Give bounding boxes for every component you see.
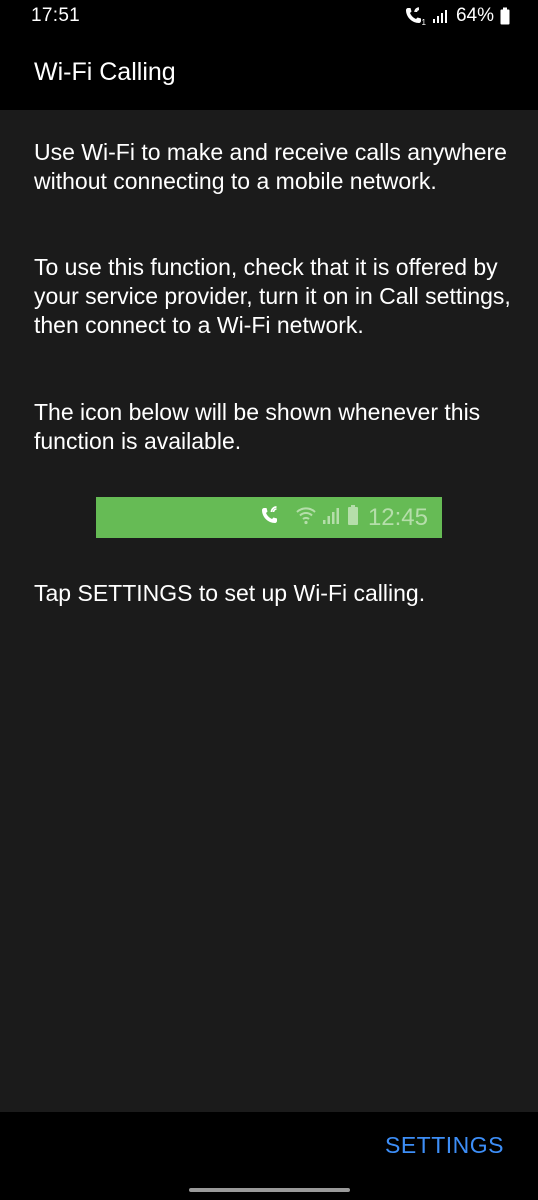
content-area: Use Wi-Fi to make and receive calls anyw… — [0, 110, 538, 1112]
description-paragraph-4: Tap SETTINGS to set up Wi-Fi calling. — [34, 580, 426, 606]
wifi-icon — [295, 504, 317, 531]
status-bar: 17:51 1 64% — [0, 0, 538, 34]
status-icon-preview: 12:45 — [96, 497, 442, 538]
page-title: Wi-Fi Calling — [34, 58, 176, 86]
app-bar: Wi-Fi Calling — [0, 34, 538, 110]
svg-text:1: 1 — [421, 18, 426, 26]
wifi-call-icon — [260, 504, 282, 531]
description-paragraph-3: The icon below will be shown whenever th… — [34, 399, 481, 454]
status-time: 17:51 — [31, 5, 81, 26]
bottom-bar: SETTINGS — [0, 1112, 538, 1200]
signal-icon — [322, 505, 342, 530]
screen: 17:51 1 64% Wi-Fi Calling Use Wi-Fi to m… — [0, 0, 538, 1200]
description-paragraph-2: To use this function, check that it is o… — [34, 254, 511, 338]
home-indicator[interactable] — [189, 1188, 350, 1192]
battery-icon — [347, 504, 359, 531]
battery-icon — [500, 7, 510, 25]
preview-time: 12:45 — [367, 503, 428, 531]
settings-button[interactable]: SETTINGS — [385, 1132, 504, 1159]
signal-icon — [432, 8, 450, 24]
wifi-call-icon: 1 — [404, 6, 426, 26]
battery-percent: 64% — [455, 5, 494, 26]
description-paragraph-1: Use Wi-Fi to make and receive calls anyw… — [34, 139, 507, 194]
preview-icons: 12:45 — [260, 497, 428, 538]
status-icons: 1 64% — [404, 5, 510, 27]
